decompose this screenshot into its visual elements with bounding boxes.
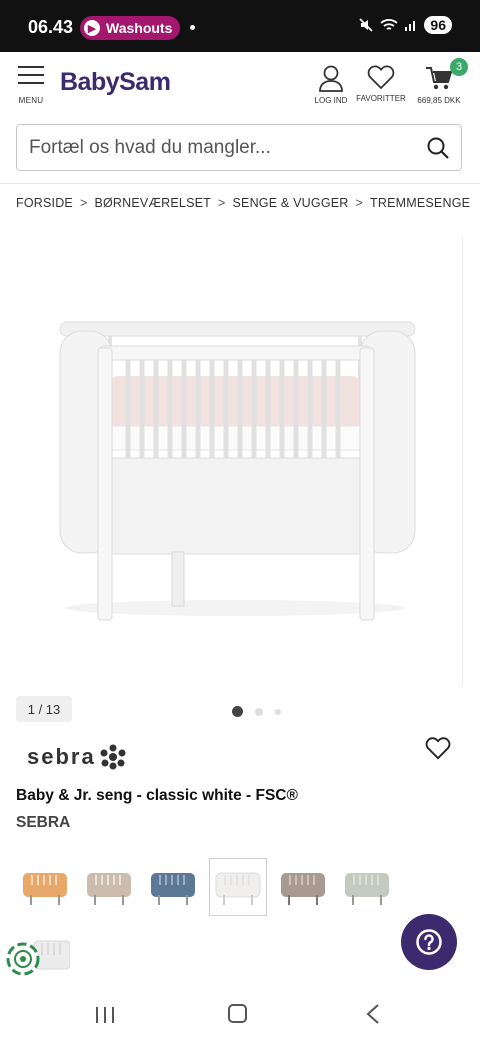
eco-icon (6, 942, 40, 976)
gallery-dot[interactable] (275, 708, 281, 715)
eco-badge[interactable] (6, 942, 40, 976)
variant-thumb[interactable] (16, 858, 74, 916)
home-icon[interactable] (228, 1004, 247, 1023)
breadcrumb-item-beds-cradles[interactable]: SENGE & VUGGER (233, 196, 349, 210)
cart-count-badge: 3 (450, 58, 468, 76)
variant-thumb-selected[interactable] (209, 858, 267, 916)
site-logo[interactable]: BabySam (60, 68, 171, 97)
cart-button[interactable]: 3 669,85 DKK (414, 58, 468, 105)
product-image (59, 321, 416, 621)
play-icon: ▶ (84, 20, 100, 36)
notification-dot (190, 25, 195, 30)
help-icon (416, 929, 442, 955)
login-button[interactable]: LOG IND (313, 64, 349, 105)
product-title: Baby & Jr. seng - classic white - FSC® (16, 787, 298, 804)
variant-crib-image (345, 873, 389, 905)
heart-icon (367, 65, 395, 90)
breadcrumb-item-nursery[interactable]: BØRNEVÆRELSET (94, 196, 211, 210)
signal-icon (405, 21, 416, 31)
site-header: MENU BabySam LOG IND FAVORITTER 3 669,85… (0, 52, 480, 116)
variant-crib-image (87, 873, 131, 905)
breadcrumb: FORSIDE > BØRNEVÆRELSET > SENGE & VUGGER… (16, 196, 470, 210)
product-brand[interactable]: SEBRA (16, 814, 70, 832)
variant-crib-image (215, 872, 261, 905)
sebra-logo-icon (100, 744, 126, 770)
back-icon[interactable] (365, 1003, 381, 1025)
mute-icon (359, 18, 373, 32)
menu-icon (18, 66, 44, 84)
variant-thumb[interactable] (144, 858, 202, 916)
help-button[interactable] (401, 914, 457, 970)
recent-apps-icon[interactable] (95, 1005, 115, 1025)
product-image-gallery[interactable] (0, 236, 462, 686)
status-time: 06.43 (28, 17, 74, 37)
breadcrumb-separator: > (79, 196, 88, 210)
gallery-dot[interactable] (255, 707, 263, 716)
user-icon (319, 65, 343, 92)
favorites-button[interactable]: FAVORITTER (356, 64, 406, 103)
search-bar (16, 124, 462, 171)
login-label: LOG IND (314, 96, 348, 105)
search-icon[interactable] (427, 137, 449, 159)
gallery-dot-active[interactable] (232, 706, 243, 717)
status-bar: 06.43 ▶ Washouts 96 (0, 0, 480, 52)
menu-label: MENU (18, 96, 44, 105)
notification-app-label: Washouts (106, 20, 173, 36)
battery-indicator: 96 (424, 16, 452, 34)
breadcrumb-separator: > (218, 196, 226, 210)
variant-thumb[interactable] (80, 858, 138, 916)
system-navigation-bar (0, 988, 480, 1040)
variant-crib-image (281, 873, 325, 905)
variant-crib-image (151, 873, 195, 905)
header-divider (0, 183, 480, 184)
favorites-label: FAVORITTER (356, 94, 406, 103)
notification-pill: ▶ Washouts (80, 16, 181, 40)
add-to-favorites-heart-icon[interactable] (425, 736, 451, 760)
status-indicators: 96 (358, 16, 452, 34)
search-input[interactable] (29, 133, 409, 163)
menu-button[interactable]: MENU (16, 66, 46, 105)
wifi-icon (380, 19, 399, 30)
image-counter: 1 / 13 (16, 696, 72, 722)
gallery-edge (462, 236, 463, 686)
cart-total: 669,85 DKK (417, 96, 461, 105)
breadcrumb-separator: > (355, 196, 364, 210)
gallery-dots (232, 706, 281, 717)
variant-crib-image (23, 873, 67, 905)
breadcrumb-item-cribs[interactable]: TREMMESENGE (370, 196, 470, 210)
brand-logo[interactable]: sebra (27, 744, 126, 770)
variant-thumb[interactable] (338, 858, 396, 916)
variant-thumb[interactable] (274, 858, 332, 916)
breadcrumb-item-home[interactable]: FORSIDE (16, 196, 73, 210)
